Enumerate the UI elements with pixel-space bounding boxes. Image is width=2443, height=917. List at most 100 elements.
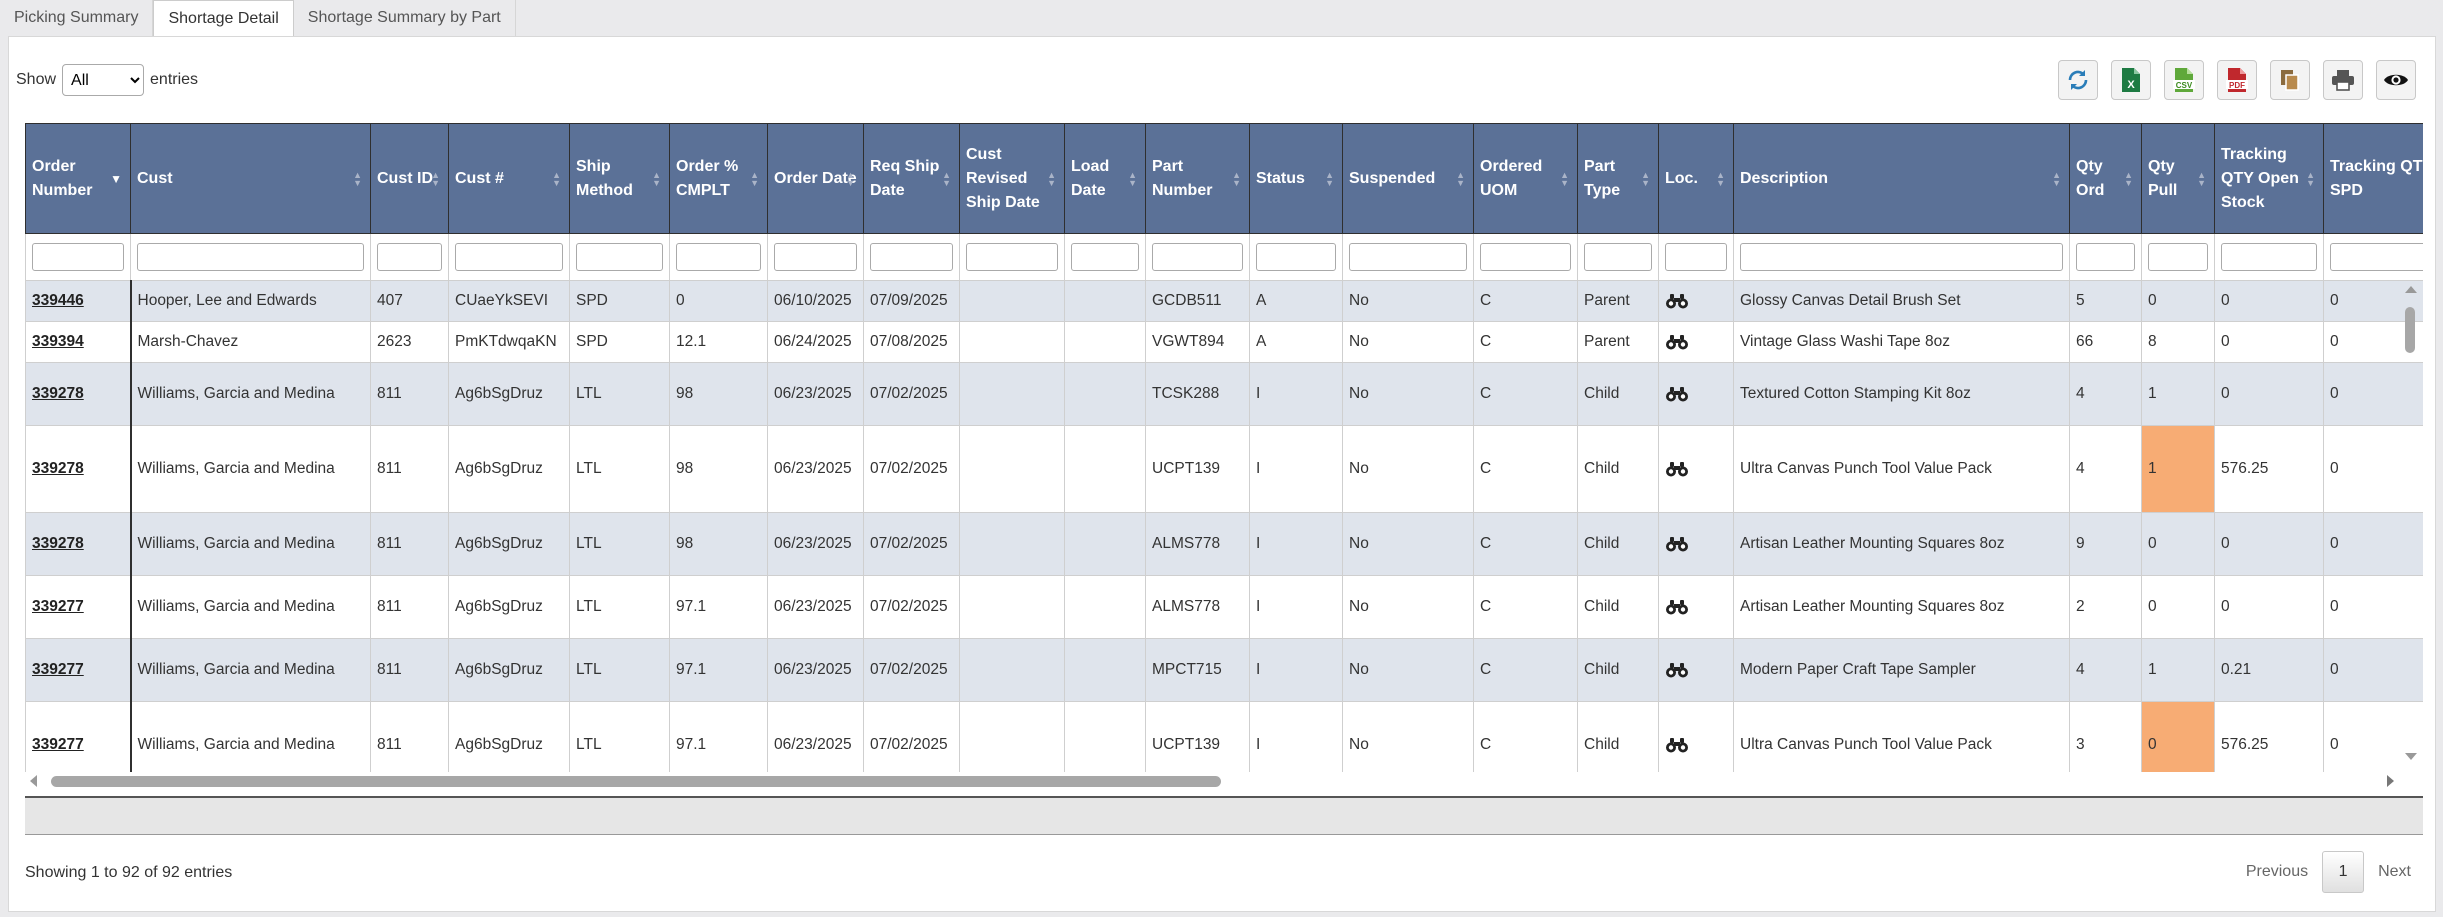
order-number-link[interactable]: 339277 [32,736,84,753]
col-cust-revised-ship-date[interactable]: Cust Revised Ship Date ▲ ▼ [959,123,1065,234]
entries-select[interactable]: All [62,64,145,96]
filter-input[interactable] [1256,243,1336,271]
loc-cell[interactable] [1658,321,1734,363]
filter-input[interactable] [576,243,663,271]
filter-input[interactable] [1584,243,1652,271]
col-req-ship-date[interactable]: Req Ship Date ▲ ▼ [863,123,960,234]
binoculars-icon[interactable] [1665,662,1689,678]
scroll-up-icon[interactable] [2402,283,2420,295]
col-order-pct-cmplt[interactable]: Order % CMPLT ▲ ▼ [669,123,768,234]
order-number-link[interactable]: 339394 [32,333,84,350]
ship-method-cell: LTL [569,575,670,639]
filter-input[interactable] [966,243,1058,271]
description-cell: Vintage Glass Washi Tape 8oz [1733,321,2070,363]
binoculars-icon[interactable] [1665,737,1689,753]
binoculars-icon[interactable] [1665,599,1689,615]
previous-button[interactable]: Previous [2246,863,2308,881]
col-qty-ord[interactable]: Qty Ord ▲ ▼ [2069,123,2142,234]
filter-input[interactable] [2076,243,2135,271]
filter-input[interactable] [137,243,364,271]
order-number-link[interactable]: 339278 [32,385,84,402]
col-cust-number[interactable]: Cust # ▲ ▼ [448,123,570,234]
horizontal-scrollbar[interactable] [25,770,2405,792]
column-visibility-button[interactable] [2376,60,2416,100]
filter-input[interactable] [774,243,857,271]
vertical-scroll-thumb[interactable] [2405,307,2415,353]
print-icon [2332,70,2354,91]
filter-input[interactable] [676,243,761,271]
filter-input[interactable] [377,243,442,271]
ship-method-cell: LTL [569,638,670,702]
col-tracking-qty-open-stock[interactable]: Tracking QTY Open Stock ▲ ▼ [2214,123,2324,234]
excel-export-button[interactable]: X [2111,60,2151,100]
tab-shortage-summary-by-part[interactable]: Shortage Summary by Part [294,0,516,36]
filter-input[interactable] [2330,243,2423,271]
description-cell: Glossy Canvas Detail Brush Set [1733,280,2070,322]
order-number-link[interactable]: 339277 [32,598,84,615]
col-part-type[interactable]: Part Type ▲ ▼ [1577,123,1659,234]
order-number-link[interactable]: 339446 [32,292,84,309]
order-number-link[interactable]: 339278 [32,535,84,552]
vertical-scrollbar[interactable] [2400,283,2418,773]
order-pct-cell: 98 [669,512,768,576]
next-button[interactable]: Next [2378,863,2411,881]
print-button[interactable] [2323,60,2363,100]
order-number-cell: 339446 [25,280,132,322]
col-description[interactable]: Description ▲ ▼ [1733,123,2070,234]
col-qty-pull[interactable]: Qty Pull ▲ ▼ [2141,123,2215,234]
scroll-left-icon[interactable] [27,770,39,792]
col-cust-id[interactable]: Cust ID ▲ ▼ [370,123,449,234]
filter-input[interactable] [1480,243,1571,271]
horizontal-scroll-thumb[interactable] [51,776,1221,787]
col-load-date[interactable]: Load Date ▲ ▼ [1064,123,1146,234]
pdf-export-button[interactable]: PDF [2217,60,2257,100]
binoculars-icon[interactable] [1665,461,1689,477]
tab-picking-summary[interactable]: Picking Summary [0,0,154,36]
qty-ord-cell: 3 [2069,701,2142,772]
tab-shortage-detail[interactable]: Shortage Detail [153,0,294,38]
scroll-down-icon[interactable] [2402,751,2420,763]
filter-input[interactable] [2148,243,2208,271]
loc-cell[interactable] [1658,362,1734,426]
col-cust[interactable]: Cust ▲ ▼ [130,123,371,234]
col-suspended[interactable]: Suspended ▲ ▼ [1342,123,1474,234]
col-ordered-uom[interactable]: Ordered UOM ▲ ▼ [1473,123,1578,234]
col-part-number[interactable]: Part Number ▲ ▼ [1145,123,1250,234]
sort-icon: ▲ ▼ [1560,169,1569,188]
filter-input[interactable] [1152,243,1243,271]
filter-input[interactable] [1665,243,1727,271]
col-loc[interactable]: Loc. ▲ ▼ [1658,123,1734,234]
filter-input[interactable] [1071,243,1139,271]
binoculars-icon[interactable] [1665,293,1689,309]
filter-input[interactable] [1349,243,1467,271]
filter-input[interactable] [870,243,953,271]
refresh-button[interactable] [2058,60,2098,100]
col-order-date[interactable]: Order Date ▲ ▼ [767,123,864,234]
part-number-cell: UCPT139 [1145,701,1250,772]
loc-cell[interactable] [1658,425,1734,513]
filter-input[interactable] [2221,243,2317,271]
binoculars-icon[interactable] [1665,386,1689,402]
loc-cell[interactable] [1658,280,1734,322]
description-cell: Textured Cotton Stamping Kit 8oz [1733,362,2070,426]
binoculars-icon[interactable] [1665,334,1689,350]
col-status[interactable]: Status ▲ ▼ [1249,123,1343,234]
filter-input[interactable] [1740,243,2063,271]
copy-button[interactable] [2270,60,2310,100]
col-tracking-qty-spd[interactable]: Tracking QTY SPD▲▼ [2323,123,2423,234]
loc-cell[interactable] [1658,512,1734,576]
loc-cell[interactable] [1658,701,1734,772]
col-order-number[interactable]: Order Number ▼ [25,123,131,234]
entries-length-control: Show All entries [16,64,198,96]
filter-input[interactable] [455,243,563,271]
order-number-link[interactable]: 339277 [32,661,84,678]
page-1-button[interactable]: 1 [2322,851,2365,893]
col-ship-method[interactable]: Ship Method ▲ ▼ [569,123,670,234]
filter-input[interactable] [32,243,124,271]
binoculars-icon[interactable] [1665,536,1689,552]
csv-export-button[interactable]: CSV [2164,60,2204,100]
loc-cell[interactable] [1658,638,1734,702]
order-number-link[interactable]: 339278 [32,460,84,477]
scroll-right-icon[interactable] [2385,770,2397,792]
loc-cell[interactable] [1658,575,1734,639]
